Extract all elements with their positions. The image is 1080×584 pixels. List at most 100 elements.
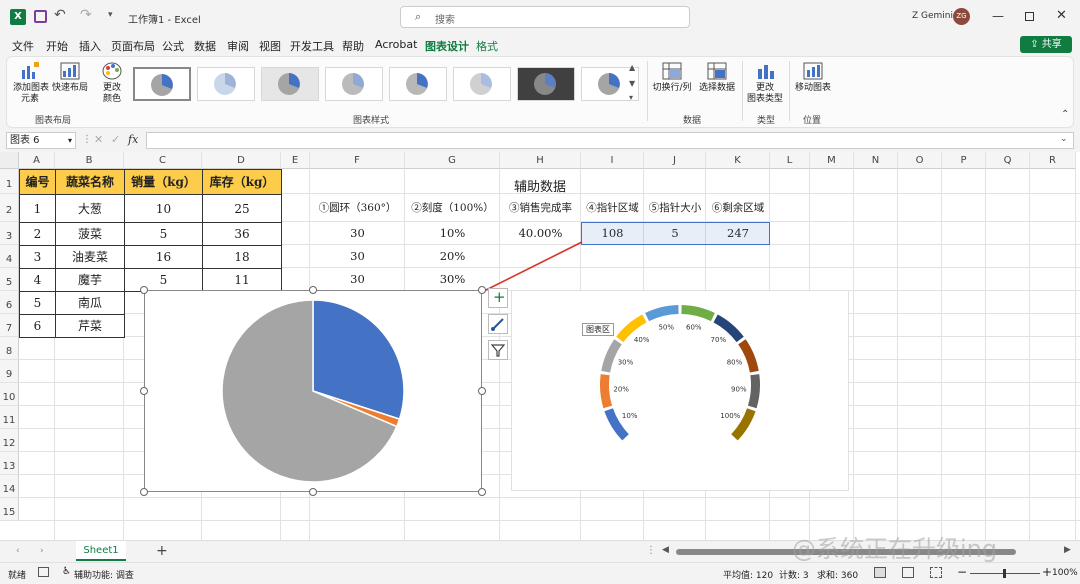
zoom-in-icon[interactable]: +	[1042, 565, 1052, 579]
gauge-segment-9[interactable]	[747, 374, 760, 409]
ribbon-divider	[789, 61, 790, 121]
zoom-slider[interactable]	[970, 569, 1040, 578]
gauge-segment-6[interactable]	[681, 305, 715, 322]
zoom-level[interactable]: 100%	[1052, 568, 1078, 578]
tab-split-icon[interactable]: ⋮	[646, 545, 656, 556]
styles-more-icon[interactable]: ▾	[629, 93, 633, 102]
name-box-dropdown-icon[interactable]: ▾	[68, 133, 72, 148]
resize-handle[interactable]	[309, 286, 317, 294]
chart-style-3[interactable]	[261, 67, 319, 101]
gauge-chart-object[interactable]: 10% 20% 30% 40% 50% 60% 70% 80% 90% 100% 图表区	[511, 290, 849, 491]
chart-filters-button[interactable]	[488, 340, 508, 360]
tab-chart-design[interactable]: 图表设计	[425, 38, 469, 58]
chart-style-7[interactable]	[517, 67, 575, 101]
tab-help[interactable]: 帮助	[342, 38, 364, 54]
pie-chart-object[interactable]	[144, 290, 482, 492]
tab-view[interactable]: 视图	[259, 38, 281, 54]
tab-file[interactable]: 文件	[12, 38, 34, 54]
chart-style-2[interactable]	[197, 67, 255, 101]
select-data-button[interactable]: 选择数据	[695, 61, 739, 94]
collapse-ribbon-icon[interactable]: ⌃	[1061, 109, 1069, 120]
quick-layout-button[interactable]: 快速布局	[51, 61, 89, 94]
resize-handle[interactable]	[140, 387, 148, 395]
close-icon[interactable]: ✕	[1056, 8, 1067, 23]
hscroll-right-icon[interactable]: ▶	[1064, 545, 1071, 555]
tab-acrobat[interactable]: Acrobat	[375, 38, 417, 51]
gauge-segment-2[interactable]	[600, 374, 613, 409]
minimize-icon[interactable]: —	[992, 9, 1004, 23]
redo-icon[interactable]: ↷	[80, 7, 92, 23]
change-colors-label: 更改 颜色	[102, 83, 121, 104]
styles-scroll-up-icon[interactable]: ▲	[629, 63, 635, 72]
resize-handle[interactable]	[140, 488, 148, 496]
enter-icon[interactable]: ✓	[111, 133, 120, 146]
sheet-tab-sheet1[interactable]: Sheet1	[76, 541, 126, 561]
tab-page-layout[interactable]: 页面布局	[111, 38, 155, 54]
cancel-icon[interactable]: ✕	[94, 133, 103, 146]
more-options-icon[interactable]: ⋮	[82, 134, 92, 145]
tab-home[interactable]: 开始	[46, 38, 68, 54]
change-chart-type-button[interactable]: 更改 图表类型	[745, 61, 785, 105]
switch-row-column-icon	[662, 62, 682, 80]
macro-icon[interactable]	[38, 567, 49, 577]
gauge-segment-3[interactable]	[601, 339, 622, 373]
chart-area-tooltip: 图表区	[582, 323, 614, 336]
worksheet-grid[interactable]: ABCDEFGHIJKLMNOPQR 1 2 3 4 5 6 7 8 9 10 11 12 13 14 15…	[0, 152, 1080, 540]
save-icon[interactable]	[34, 10, 47, 23]
add-sheet-button[interactable]: +	[156, 543, 168, 559]
gauge-tick-label: 70%	[711, 336, 727, 344]
tab-developer[interactable]: 开发工具	[290, 38, 334, 54]
switch-row-column-button[interactable]: 切换行/列	[651, 61, 693, 94]
resize-handle[interactable]	[478, 387, 486, 395]
accessibility-icon[interactable]: ♿	[62, 566, 71, 577]
chart-elements-button[interactable]: +	[488, 288, 508, 308]
resize-handle[interactable]	[309, 488, 317, 496]
tab-format[interactable]: 格式	[476, 38, 498, 54]
gauge-segment-8[interactable]	[738, 339, 759, 373]
tab-data[interactable]: 数据	[194, 38, 216, 54]
zoom-slider-thumb[interactable]	[1003, 569, 1006, 578]
select-data-icon	[707, 62, 727, 80]
tab-review[interactable]: 审阅	[227, 38, 249, 54]
undo-icon[interactable]: ↶	[54, 7, 66, 23]
add-chart-element-button[interactable]: 添加图表 元素	[13, 61, 49, 105]
expand-formula-icon[interactable]: ⌄	[1060, 134, 1068, 144]
status-count: 计数: 3	[779, 571, 809, 581]
avatar[interactable]: ZG	[953, 8, 970, 25]
select-data-label: 选择数据	[698, 83, 735, 93]
search-box[interactable]: ⌕ 搜索	[400, 6, 690, 28]
chart-styles-button[interactable]	[488, 314, 508, 334]
scroll-right-icon[interactable]: ›	[40, 546, 44, 556]
move-chart-button[interactable]: 移动图表	[793, 61, 833, 94]
group-label-chart-styles: 图表样式	[353, 116, 390, 126]
page-layout-view-icon[interactable]	[902, 567, 914, 578]
share-label: 共享	[1041, 39, 1062, 50]
styles-scroll-down-icon[interactable]: ▼	[629, 79, 635, 88]
pie-chart[interactable]	[145, 291, 481, 491]
resize-handle[interactable]	[478, 286, 486, 294]
hscroll-left-icon[interactable]: ◀	[662, 545, 669, 555]
accessibility-status[interactable]: 辅助功能: 调查	[74, 568, 134, 581]
group-label-chart-layout: 图表布局	[35, 116, 72, 126]
maximize-icon[interactable]	[1025, 12, 1034, 21]
chart-style-1[interactable]	[133, 67, 191, 101]
scroll-left-icon[interactable]: ‹	[16, 546, 20, 556]
resize-handle[interactable]	[478, 488, 486, 496]
formula-input[interactable]	[146, 132, 1074, 149]
zoom-out-icon[interactable]: −	[957, 565, 967, 579]
insert-function-icon[interactable]: fx	[128, 133, 138, 146]
customize-qat-icon[interactable]: ▾	[108, 10, 113, 20]
chart-style-5[interactable]	[389, 67, 447, 101]
gauge-segment-5[interactable]	[645, 305, 679, 322]
tab-insert[interactable]: 插入	[79, 38, 101, 54]
normal-view-icon[interactable]	[874, 567, 886, 578]
gauge-chart[interactable]: 10% 20% 30% 40% 50% 60% 70% 80% 90% 100%	[512, 291, 848, 490]
name-box[interactable]: 图表 6 ▾	[6, 132, 76, 149]
change-colors-button[interactable]: 更改 颜色	[97, 61, 127, 105]
tab-formulas[interactable]: 公式	[162, 38, 184, 54]
page-break-view-icon[interactable]	[930, 567, 942, 578]
chart-style-4[interactable]	[325, 67, 383, 101]
resize-handle[interactable]	[140, 286, 148, 294]
chart-style-6[interactable]	[453, 67, 511, 101]
share-button[interactable]: ⇪ 共享	[1020, 36, 1072, 53]
